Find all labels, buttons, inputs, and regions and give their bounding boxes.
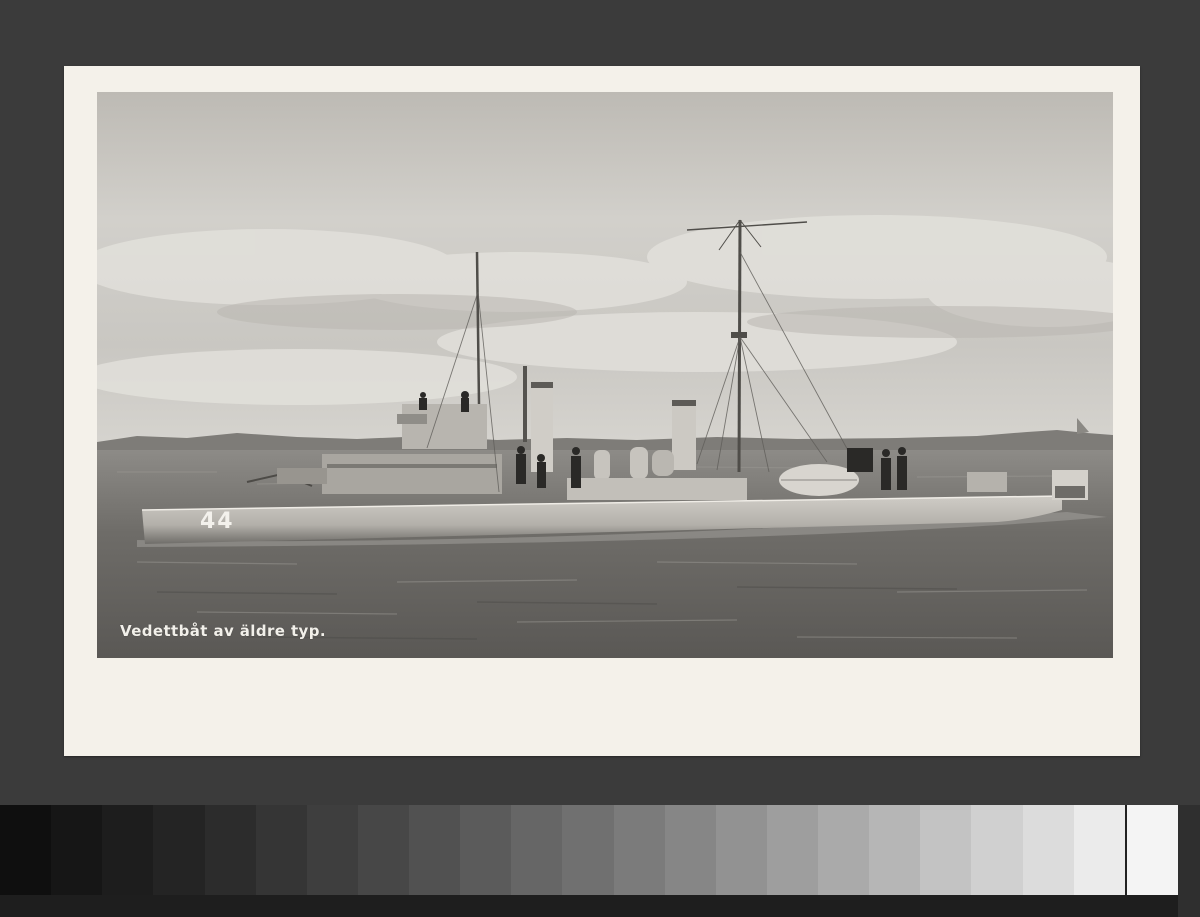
gray-patch bbox=[664, 805, 716, 895]
ship-photograph: 44 bbox=[97, 92, 1113, 658]
aft-funnel bbox=[672, 402, 696, 470]
hull-number: 44 bbox=[200, 509, 235, 534]
gray-patch bbox=[1124, 805, 1178, 895]
scale-ruler bbox=[0, 895, 1178, 917]
gray-patch bbox=[920, 805, 972, 895]
photo-caption: Vedettbåt av äldre typ. bbox=[120, 622, 326, 640]
gray-patch bbox=[766, 805, 818, 895]
gray-patch bbox=[306, 805, 358, 895]
gray-patch bbox=[1073, 805, 1125, 895]
gray-patch bbox=[409, 805, 461, 895]
gray-patch bbox=[1022, 805, 1074, 895]
gray-patch bbox=[51, 805, 103, 895]
gray-patch bbox=[357, 805, 409, 895]
gray-patch bbox=[613, 805, 665, 895]
gray-patch bbox=[869, 805, 921, 895]
gray-patch bbox=[562, 805, 614, 895]
gray-patch bbox=[511, 805, 563, 895]
gray-patch bbox=[153, 805, 205, 895]
gray-patch bbox=[204, 805, 256, 895]
gray-patch bbox=[715, 805, 767, 895]
gray-patch bbox=[255, 805, 307, 895]
gray-patch bbox=[971, 805, 1023, 895]
gray-patch bbox=[102, 805, 154, 895]
gray-scale-strip bbox=[0, 805, 1178, 895]
gray-patch bbox=[818, 805, 870, 895]
main-mast bbox=[737, 219, 742, 473]
strip-edge bbox=[1178, 805, 1200, 917]
gray-patch bbox=[0, 805, 52, 895]
gray-patch bbox=[460, 805, 512, 895]
